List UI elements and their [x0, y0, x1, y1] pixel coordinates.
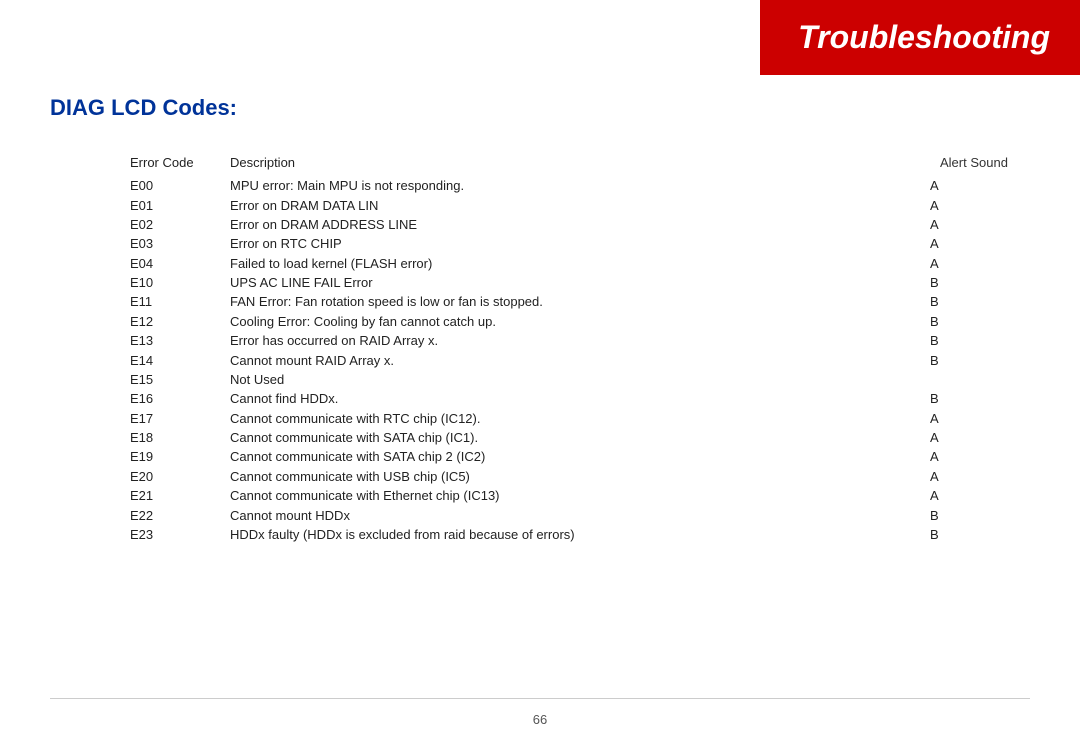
description-cell: Cannot communicate with SATA chip 2 (IC2…	[230, 447, 930, 466]
alert-sound-cell: A	[930, 215, 1030, 234]
error-code-cell: E16	[130, 389, 230, 408]
table-row: E04Failed to load kernel (FLASH error)A	[130, 254, 1030, 273]
alert-sound-cell: B	[930, 350, 1030, 369]
alert-sound-cell: B	[930, 389, 1030, 408]
alert-sound-cell	[930, 370, 1030, 389]
description-cell: Cannot mount HDDx	[230, 505, 930, 524]
table-row: E21Cannot communicate with Ethernet chip…	[130, 486, 1030, 505]
col-header-code: Error Code	[130, 155, 230, 176]
alert-sound-cell: B	[930, 292, 1030, 311]
table-row: E20Cannot communicate with USB chip (IC5…	[130, 467, 1030, 486]
table-row: E12Cooling Error: Cooling by fan cannot …	[130, 312, 1030, 331]
table-row: E22Cannot mount HDDxB	[130, 505, 1030, 524]
description-cell: Not Used	[230, 370, 930, 389]
description-cell: MPU error: Main MPU is not responding.	[230, 176, 930, 195]
error-code-cell: E03	[130, 234, 230, 253]
error-code-cell: E14	[130, 350, 230, 369]
diag-codes-table-container: Error Code Description Alert Sound E00MP…	[130, 155, 1030, 544]
table-row: E17Cannot communicate with RTC chip (IC1…	[130, 409, 1030, 428]
error-code-cell: E10	[130, 273, 230, 292]
error-code-cell: E17	[130, 409, 230, 428]
table-row: E14Cannot mount RAID Array x.B	[130, 350, 1030, 369]
error-code-cell: E00	[130, 176, 230, 195]
description-cell: Error on DRAM ADDRESS LINE	[230, 215, 930, 234]
description-cell: Cooling Error: Cooling by fan cannot cat…	[230, 312, 930, 331]
table-row: E10UPS AC LINE FAIL ErrorB	[130, 273, 1030, 292]
error-code-cell: E04	[130, 254, 230, 273]
header-bar: Troubleshooting	[760, 0, 1080, 75]
col-header-alert: Alert Sound	[930, 155, 1030, 176]
table-row: E16Cannot find HDDx.B	[130, 389, 1030, 408]
page-number: 66	[533, 712, 547, 727]
bottom-divider	[50, 698, 1030, 699]
alert-sound-cell: A	[930, 486, 1030, 505]
alert-sound-cell: A	[930, 428, 1030, 447]
alert-sound-cell: B	[930, 525, 1030, 544]
alert-sound-cell: B	[930, 505, 1030, 524]
table-row: E11FAN Error: Fan rotation speed is low …	[130, 292, 1030, 311]
error-code-cell: E12	[130, 312, 230, 331]
alert-sound-cell: A	[930, 467, 1030, 486]
table-row: E19Cannot communicate with SATA chip 2 (…	[130, 447, 1030, 466]
error-code-cell: E21	[130, 486, 230, 505]
alert-sound-cell: B	[930, 312, 1030, 331]
table-row: E15Not Used	[130, 370, 1030, 389]
description-cell: Cannot mount RAID Array x.	[230, 350, 930, 369]
table-row: E18Cannot communicate with SATA chip (IC…	[130, 428, 1030, 447]
page-title: Troubleshooting	[798, 19, 1050, 56]
error-code-cell: E01	[130, 195, 230, 214]
description-cell: Failed to load kernel (FLASH error)	[230, 254, 930, 273]
error-code-cell: E19	[130, 447, 230, 466]
error-code-cell: E18	[130, 428, 230, 447]
table-row: E01Error on DRAM DATA LINA	[130, 195, 1030, 214]
section-heading: DIAG LCD Codes:	[50, 95, 237, 121]
error-code-cell: E11	[130, 292, 230, 311]
description-cell: Error on DRAM DATA LIN	[230, 195, 930, 214]
alert-sound-cell: A	[930, 234, 1030, 253]
description-cell: FAN Error: Fan rotation speed is low or …	[230, 292, 930, 311]
description-cell: Cannot communicate with RTC chip (IC12).	[230, 409, 930, 428]
table-row: E00MPU error: Main MPU is not responding…	[130, 176, 1030, 195]
table-row: E02Error on DRAM ADDRESS LINEA	[130, 215, 1030, 234]
table-row: E23HDDx faulty (HDDx is excluded from ra…	[130, 525, 1030, 544]
col-header-description: Description	[230, 155, 930, 176]
table-row: E13Error has occurred on RAID Array x.B	[130, 331, 1030, 350]
alert-sound-cell: A	[930, 409, 1030, 428]
description-cell: Error on RTC CHIP	[230, 234, 930, 253]
alert-sound-cell: A	[930, 195, 1030, 214]
description-cell: HDDx faulty (HDDx is excluded from raid …	[230, 525, 930, 544]
alert-sound-cell: B	[930, 331, 1030, 350]
diag-codes-table: Error Code Description Alert Sound E00MP…	[130, 155, 1030, 544]
description-cell: UPS AC LINE FAIL Error	[230, 273, 930, 292]
table-row: E03Error on RTC CHIPA	[130, 234, 1030, 253]
error-code-cell: E20	[130, 467, 230, 486]
error-code-cell: E23	[130, 525, 230, 544]
description-cell: Cannot communicate with USB chip (IC5)	[230, 467, 930, 486]
error-code-cell: E15	[130, 370, 230, 389]
description-cell: Error has occurred on RAID Array x.	[230, 331, 930, 350]
error-code-cell: E02	[130, 215, 230, 234]
alert-sound-cell: A	[930, 176, 1030, 195]
description-cell: Cannot communicate with SATA chip (IC1).	[230, 428, 930, 447]
alert-sound-cell: B	[930, 273, 1030, 292]
error-code-cell: E13	[130, 331, 230, 350]
description-cell: Cannot find HDDx.	[230, 389, 930, 408]
alert-sound-cell: A	[930, 254, 1030, 273]
description-cell: Cannot communicate with Ethernet chip (I…	[230, 486, 930, 505]
error-code-cell: E22	[130, 505, 230, 524]
alert-sound-cell: A	[930, 447, 1030, 466]
